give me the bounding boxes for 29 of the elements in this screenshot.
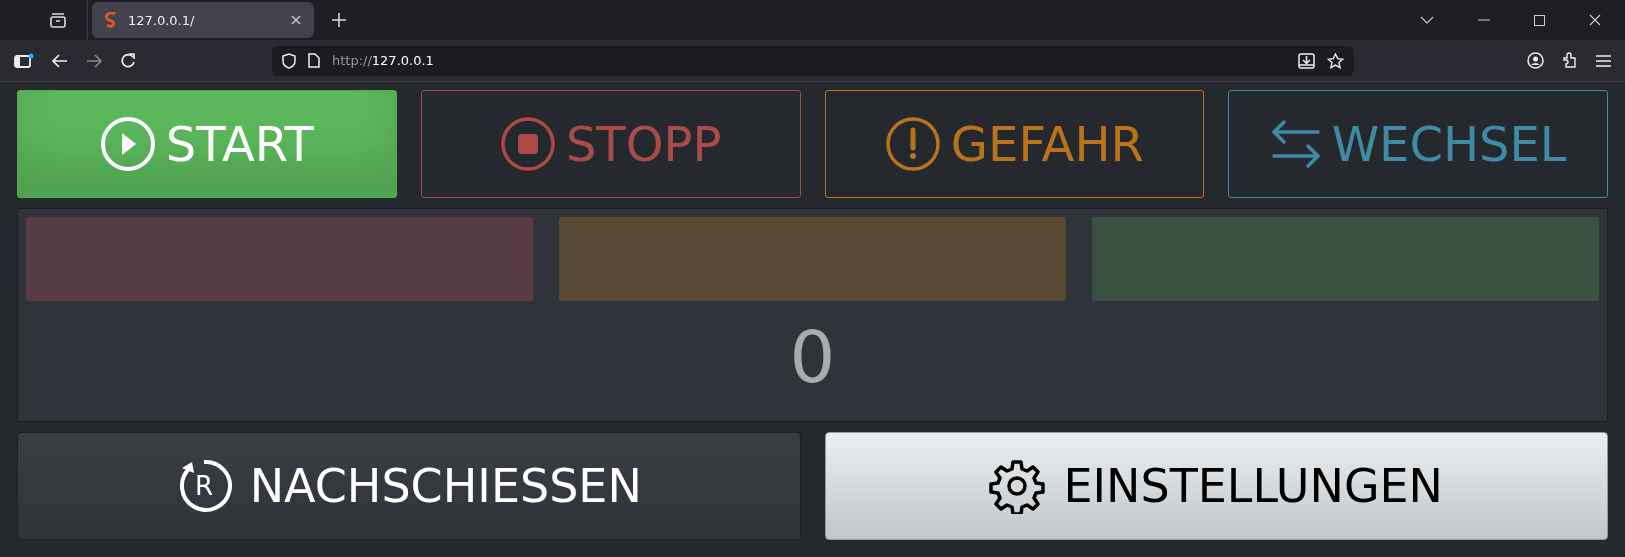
address-bar[interactable]: http://127.0.0.1 bbox=[272, 45, 1354, 76]
puzzle-icon[interactable] bbox=[1562, 52, 1578, 69]
play-icon bbox=[99, 116, 156, 172]
menu-icon[interactable] bbox=[1596, 54, 1611, 67]
account-icon[interactable] bbox=[1527, 52, 1544, 69]
gear-icon bbox=[989, 458, 1046, 514]
forward-icon[interactable] bbox=[86, 53, 102, 68]
stop-icon bbox=[499, 116, 556, 172]
shield-icon[interactable] bbox=[282, 52, 296, 69]
back-icon[interactable] bbox=[52, 53, 68, 68]
chevron-down-icon[interactable] bbox=[1420, 16, 1434, 24]
close-icon[interactable] bbox=[290, 14, 302, 26]
close-window-icon[interactable] bbox=[1589, 14, 1601, 26]
sidebar-icon[interactable] bbox=[14, 52, 34, 69]
tab-overview-icon[interactable] bbox=[49, 12, 67, 28]
counter-value: 0 bbox=[789, 315, 836, 399]
maximize-icon[interactable] bbox=[1534, 14, 1545, 26]
page-icon bbox=[308, 53, 320, 68]
exclamation-icon bbox=[884, 116, 941, 172]
new-tab-icon[interactable] bbox=[332, 13, 346, 27]
browser-tab[interactable]: 127.0.0.1/ bbox=[92, 2, 314, 38]
action-button[interactable]: GEFAHR bbox=[824, 90, 1205, 198]
action-button[interactable]: WECHSEL bbox=[1228, 90, 1608, 198]
action-button[interactable]: R NACHSCHIESSEN bbox=[17, 432, 801, 540]
site-logo-icon bbox=[104, 12, 118, 28]
star-icon[interactable] bbox=[1327, 52, 1344, 69]
download-icon[interactable] bbox=[1298, 52, 1315, 69]
action-button[interactable]: EINSTELLUNGEN bbox=[824, 432, 1608, 540]
reload-icon[interactable] bbox=[120, 52, 136, 69]
